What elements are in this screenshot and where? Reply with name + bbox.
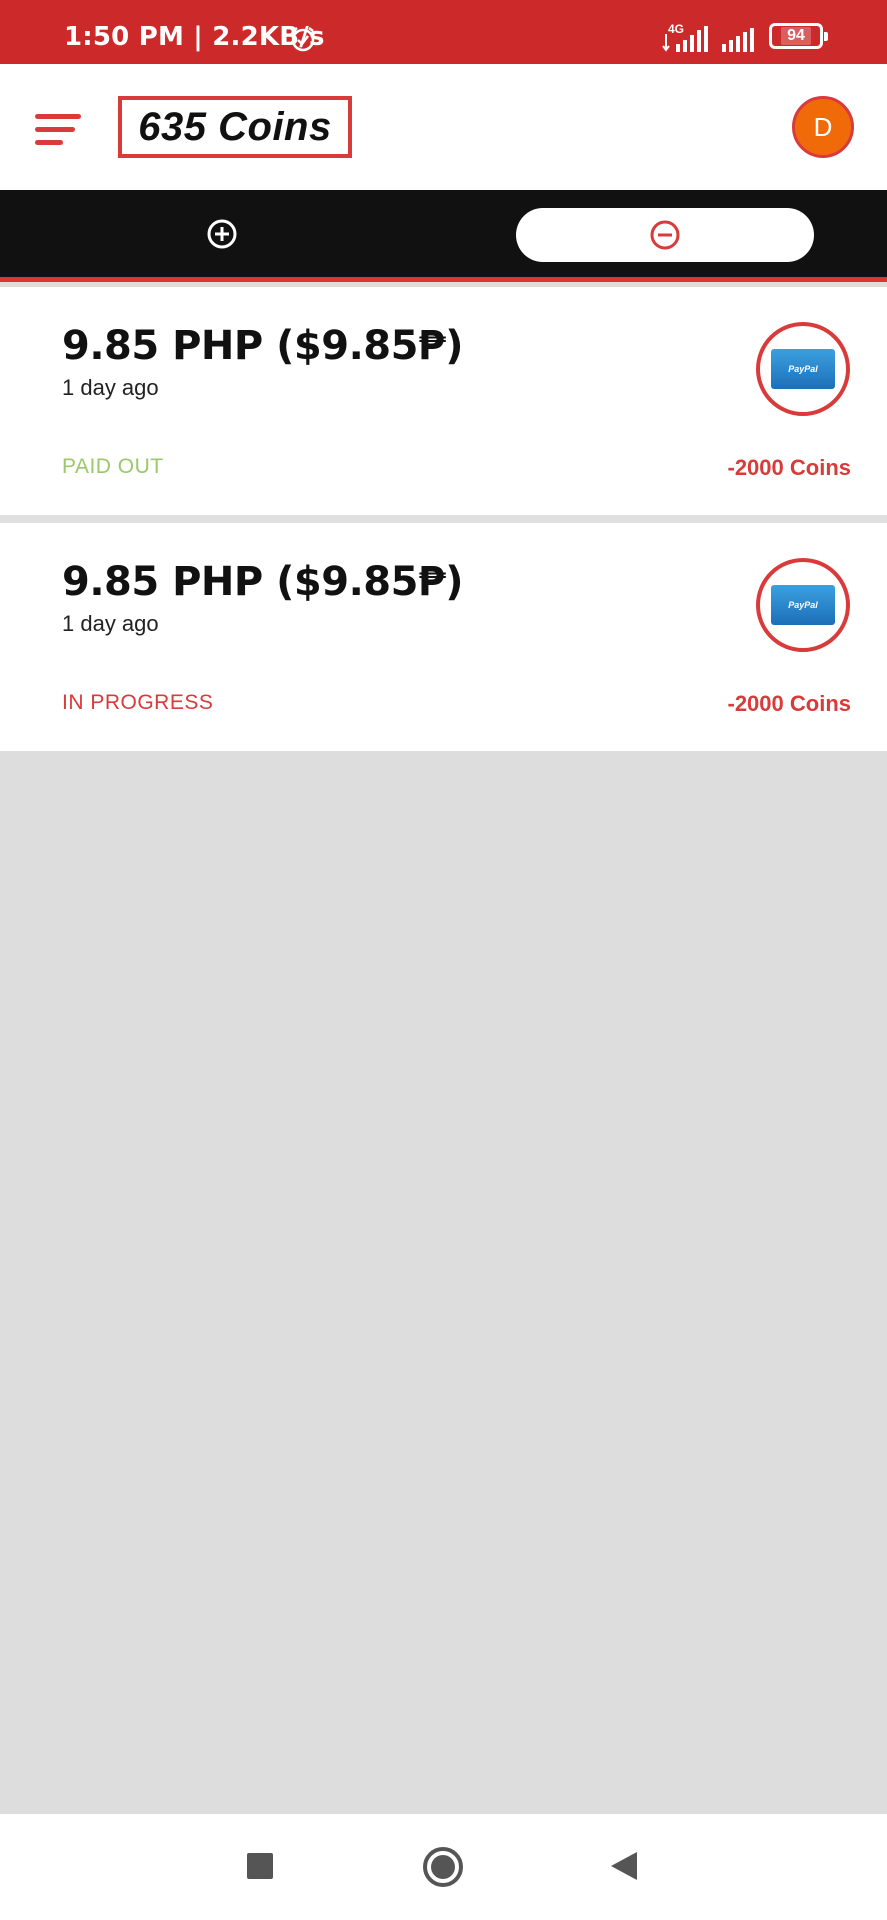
home-button-icon[interactable]: [422, 1846, 464, 1888]
status-time: 1:50 PM | 2.2KB/s: [64, 22, 325, 52]
avatar[interactable]: D: [792, 96, 854, 158]
avatar-initial: D: [813, 111, 833, 142]
transaction-amount: 9.85 PHP ($9.85₱): [62, 559, 464, 605]
paypal-logo: PayPal: [771, 585, 835, 625]
menu-button[interactable]: [35, 112, 83, 148]
tab-earn[interactable]: [0, 190, 443, 277]
minus-circle-icon: [650, 220, 680, 250]
signal-icon: [662, 26, 708, 52]
back-button-icon[interactable]: [609, 1850, 639, 1882]
paypal-logo-text: PayPal: [788, 600, 818, 610]
menu-icon-bar: [35, 140, 63, 145]
tab-redeem[interactable]: [516, 208, 814, 262]
signal-icon-2: [722, 28, 754, 52]
status-bar: 1:50 PM | 2.2KB/s 4G 94: [0, 0, 887, 64]
paypal-logo-text: PayPal: [788, 364, 818, 374]
divider: [0, 515, 887, 523]
transaction-status: PAID OUT: [62, 455, 164, 478]
menu-icon-bar: [35, 114, 81, 119]
battery-level: 94: [781, 27, 811, 45]
battery-icon: 94: [769, 23, 828, 49]
paypal-icon: PayPal: [756, 558, 850, 652]
transaction-time: 1 day ago: [62, 611, 159, 636]
coin-balance: 635 Coins: [118, 96, 352, 158]
tab-bar: [0, 190, 887, 282]
transaction-coins: -2000 Coins: [727, 691, 852, 716]
menu-icon-bar: [35, 127, 75, 132]
coin-balance-text: 635 Coins: [138, 104, 332, 149]
transaction-amount: 9.85 PHP ($9.85₱): [62, 323, 464, 369]
transaction-coins: -2000 Coins: [727, 455, 852, 480]
recents-button-icon[interactable]: [246, 1852, 274, 1880]
transaction-time: 1 day ago: [62, 375, 159, 400]
transaction-status: IN PROGRESS: [62, 691, 214, 714]
transaction-card[interactable]: 9.85 PHP ($9.85₱) 1 day ago PAID OUT -20…: [0, 287, 887, 515]
paypal-icon: PayPal: [756, 322, 850, 416]
transaction-card[interactable]: 9.85 PHP ($9.85₱) 1 day ago IN PROGRESS …: [0, 523, 887, 751]
status-right: 94: [769, 20, 828, 52]
app-header: 635 Coins D: [0, 64, 887, 190]
alarm-icon: [291, 27, 315, 52]
system-nav-bar: [0, 1814, 887, 1920]
plus-circle-icon: [207, 219, 236, 248]
paypal-logo: PayPal: [771, 349, 835, 389]
